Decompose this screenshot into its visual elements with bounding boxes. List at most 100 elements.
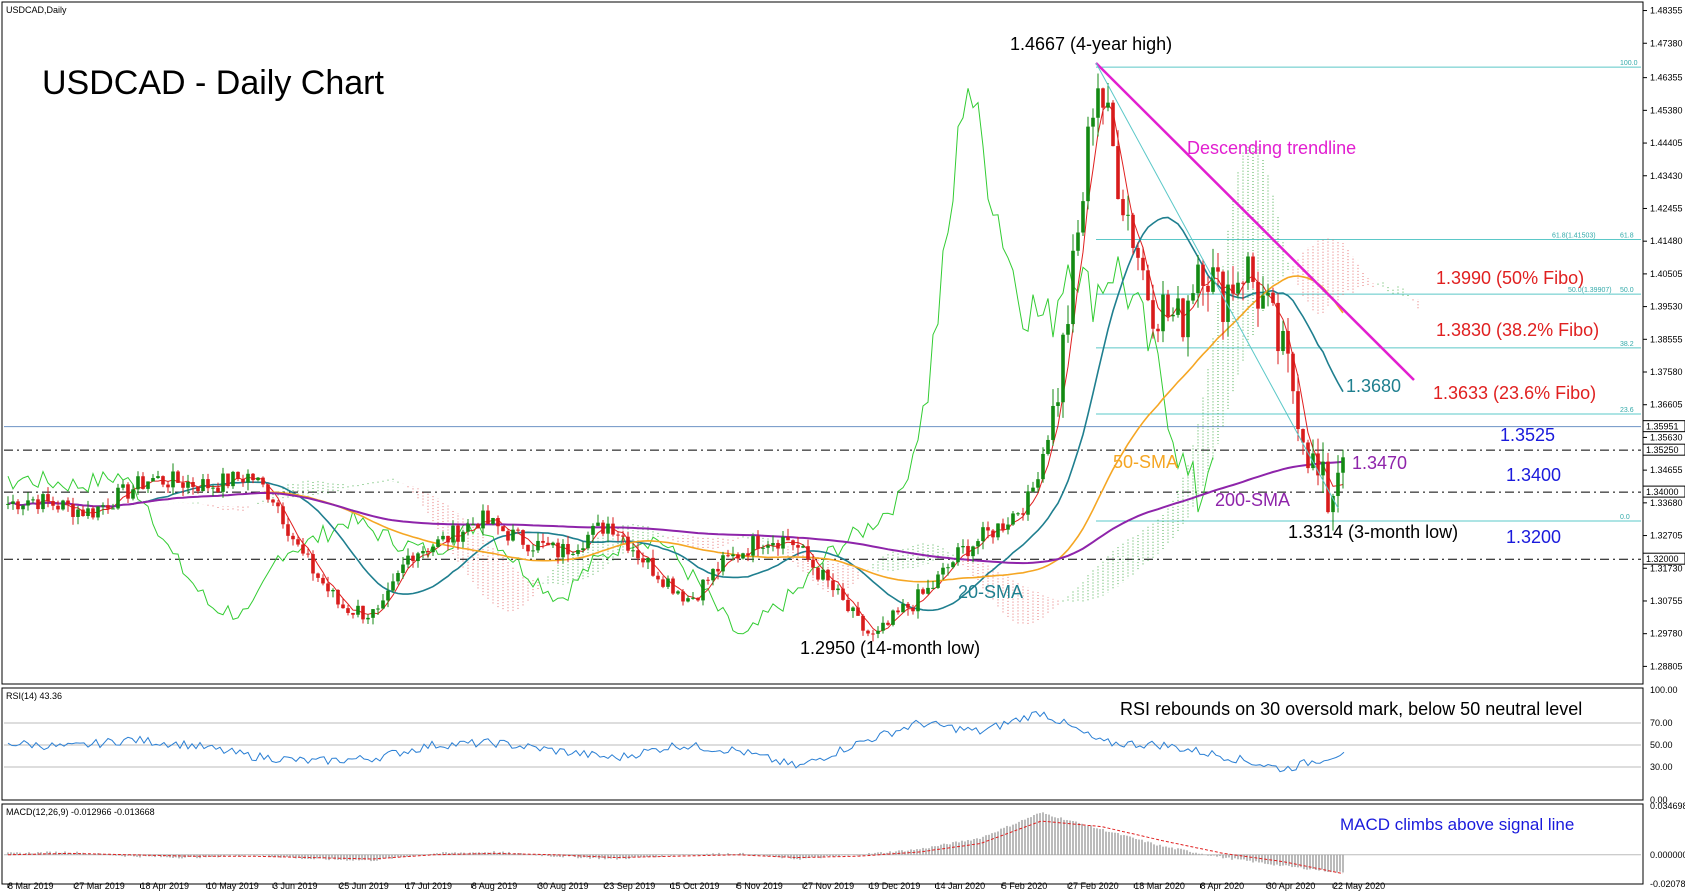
candle-body (341, 604, 345, 609)
candle-body (816, 567, 820, 580)
candle-body (111, 508, 115, 510)
candle-body (746, 553, 750, 556)
candle-body (631, 550, 635, 552)
candle-body (446, 535, 450, 543)
price-tick-label: 1.41480 (1650, 236, 1683, 246)
rsi-tick-label: 100.00 (1650, 685, 1678, 695)
candle-body (966, 546, 970, 557)
candle-body (51, 501, 55, 506)
candle-body (186, 481, 190, 488)
candle-body (806, 546, 810, 560)
candle-body (11, 501, 15, 504)
candle-body (136, 476, 140, 490)
candle-body (956, 547, 960, 563)
candle-body (431, 546, 435, 553)
time-tick-label: 15 Oct 2019 (671, 881, 720, 891)
candle-body (1131, 214, 1135, 248)
symbol-label: USDCAD,Daily (6, 5, 67, 15)
candle-body (1171, 314, 1175, 317)
candle-body (1191, 293, 1195, 301)
time-tick-label: 18 Mar 2020 (1134, 881, 1185, 891)
candle-body (741, 553, 745, 559)
candle-body (781, 537, 785, 549)
candle-body (921, 589, 925, 594)
candle-body (656, 575, 660, 580)
candle-body (556, 542, 560, 558)
label-200-sma: 200-SMA (1215, 490, 1290, 510)
time-tick-label: 22 May 2020 (1333, 881, 1385, 891)
candle-body (821, 569, 825, 580)
price-level-label: 1.35951 (1646, 422, 1679, 432)
candle-body (416, 553, 420, 562)
candle-body (691, 597, 695, 599)
price-tick-label: 1.48355 (1650, 6, 1683, 16)
candle-body (861, 615, 865, 631)
candle-body (751, 536, 755, 556)
annotation-trendline: Descending trendline (1187, 138, 1356, 158)
time-tick-label: 10 May 2019 (207, 881, 259, 891)
price-tick-label: 1.32705 (1650, 531, 1683, 541)
candle-body (1111, 102, 1115, 147)
candle-body (441, 535, 445, 540)
candle-body (1046, 439, 1050, 454)
candle-body (1236, 282, 1240, 294)
candle-body (1241, 282, 1245, 284)
candle-body (271, 499, 275, 503)
annotation-1352: 1.3525 (1500, 425, 1555, 445)
annotation-macd: MACD climbs above signal line (1340, 815, 1574, 834)
candle-body (371, 609, 375, 618)
price-tick-label: 1.46355 (1650, 73, 1683, 83)
candle-body (1001, 523, 1005, 530)
candle-body (1266, 292, 1270, 296)
candle-body (771, 543, 775, 546)
annotation-fibo23: 1.3633 (23.6% Fibo) (1433, 383, 1596, 403)
candle-body (461, 531, 465, 542)
candle-body (1201, 264, 1205, 286)
candle-body (946, 567, 950, 569)
candle-body (101, 505, 105, 507)
candle-body (241, 478, 245, 483)
candle-body (146, 481, 150, 489)
candle-body (1061, 334, 1065, 403)
rsi-tick-label: 30.00 (1650, 762, 1673, 772)
price-tick-label: 1.40505 (1650, 269, 1683, 279)
candle-body (321, 577, 325, 584)
candle-body (151, 478, 155, 482)
annotation-1368: 1.3680 (1346, 376, 1401, 396)
candle-body (306, 553, 310, 555)
annotation-fibo50: 1.3990 (50% Fibo) (1436, 268, 1584, 288)
candle-body (931, 587, 935, 589)
time-tick-label: 14 Jan 2020 (936, 881, 986, 891)
candle-body (71, 504, 75, 517)
price-tick-label: 1.36605 (1650, 400, 1683, 410)
candle-body (886, 622, 890, 625)
time-tick-label: 8 Apr 2020 (1201, 881, 1245, 891)
candle-body (191, 481, 195, 487)
candle-body (46, 494, 50, 502)
candle-body (1006, 524, 1010, 530)
candle-body (421, 551, 425, 554)
candle-body (846, 599, 850, 612)
macd-label: MACD(12,26,9) -0.012966 -0.013668 (6, 807, 155, 817)
time-tick-label: 23 Sep 2019 (604, 881, 655, 891)
price-tick-label: 1.43430 (1650, 171, 1683, 181)
candle-body (1026, 491, 1030, 515)
annotation-fibo38: 1.3830 (38.2% Fibo) (1436, 320, 1599, 340)
candle-body (81, 509, 85, 517)
candle-body (876, 630, 880, 634)
time-tick-label: 30 Apr 2020 (1267, 881, 1316, 891)
candle-body (661, 579, 665, 587)
candle-body (881, 622, 885, 631)
candle-body (1251, 256, 1255, 282)
candle-body (301, 544, 305, 554)
time-tick-label: 5 Feb 2020 (1002, 881, 1048, 891)
candle-body (316, 573, 320, 578)
time-axis: 8 Mar 2019 27 Mar 2019 18 Apr 2019 10 May 2… (7, 881, 1385, 891)
candle-body (346, 608, 350, 613)
candle-body (791, 540, 795, 546)
candle-body (36, 499, 40, 510)
time-tick-label: 27 Nov 2019 (803, 881, 854, 891)
candle-body (26, 500, 30, 506)
price-tick-label: 1.33680 (1650, 498, 1683, 508)
candle-body (1016, 513, 1020, 515)
